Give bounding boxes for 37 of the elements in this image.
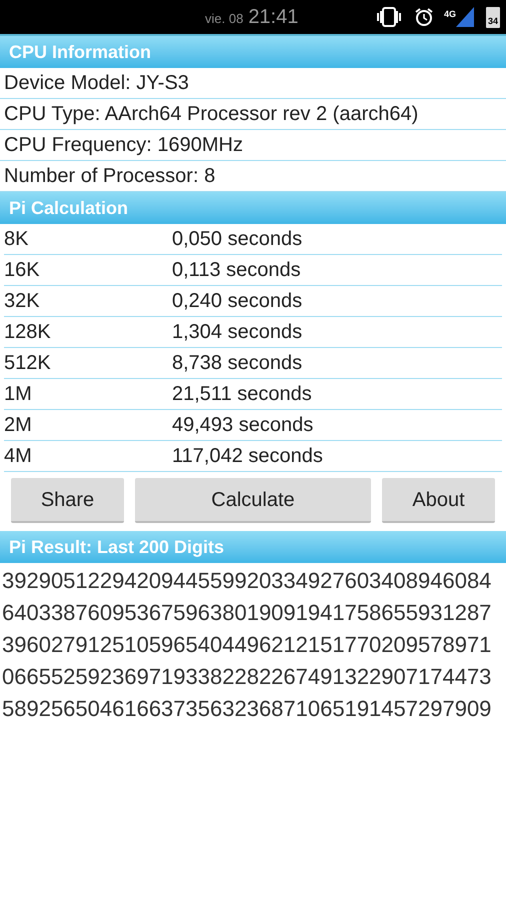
- size-label: 512K: [4, 351, 52, 376]
- size-label: 8K: [4, 227, 30, 252]
- time-value: 1,304 seconds: [172, 320, 302, 345]
- time-value: 117,042 seconds: [172, 444, 323, 469]
- time-value: 0,240 seconds: [172, 289, 302, 314]
- section-header: Pi Calculation: [0, 192, 506, 224]
- action-button[interactable]: About: [382, 478, 495, 523]
- battery-icon: 34: [486, 6, 500, 28]
- alarm-icon: [414, 7, 434, 27]
- status-time: 21:41: [248, 5, 298, 30]
- size-label: 4M: [4, 444, 33, 469]
- size-label: 16K: [4, 258, 41, 283]
- size-label: 1M: [4, 382, 33, 407]
- digits-line: 3960279125105965404496212151770209578971: [2, 631, 492, 659]
- info-row: CPU Type: AArch64 Processor rev 2 (aarch64): [0, 99, 506, 130]
- time-value: 0,050 seconds: [172, 227, 302, 252]
- section-header: CPU Information: [0, 36, 506, 68]
- action-button[interactable]: Calculate: [135, 478, 371, 523]
- status-date: vie. 08: [205, 10, 244, 28]
- time-value: 0,113 seconds: [172, 258, 301, 283]
- digits-line: 5892565046166373563236871065191457297909: [2, 695, 492, 723]
- digits-line: 3929051229420944559920334927603408946084: [2, 567, 492, 595]
- action-button[interactable]: Share: [11, 478, 124, 523]
- time-value: 21,511 seconds: [172, 382, 312, 407]
- size-label: 128K: [4, 320, 52, 345]
- section-header: Pi Result: Last 200 Digits: [0, 531, 506, 563]
- network-label: 4G: [444, 8, 456, 21]
- info-row: CPU Frequency: 1690MHz: [0, 130, 506, 161]
- digits-line: 0665525923697193382282267491322907174473: [2, 663, 492, 691]
- signal-icon: [456, 7, 474, 27]
- size-label: 32K: [4, 289, 41, 314]
- info-row: Device Model: JY-S3: [0, 68, 506, 99]
- vibrate-icon: [376, 7, 402, 27]
- time-value: 49,493 seconds: [172, 413, 314, 438]
- digits-line: 6403387609536759638019091941758655931287: [2, 599, 492, 627]
- time-value: 8,738 seconds: [172, 351, 302, 376]
- size-label: 2M: [4, 413, 33, 438]
